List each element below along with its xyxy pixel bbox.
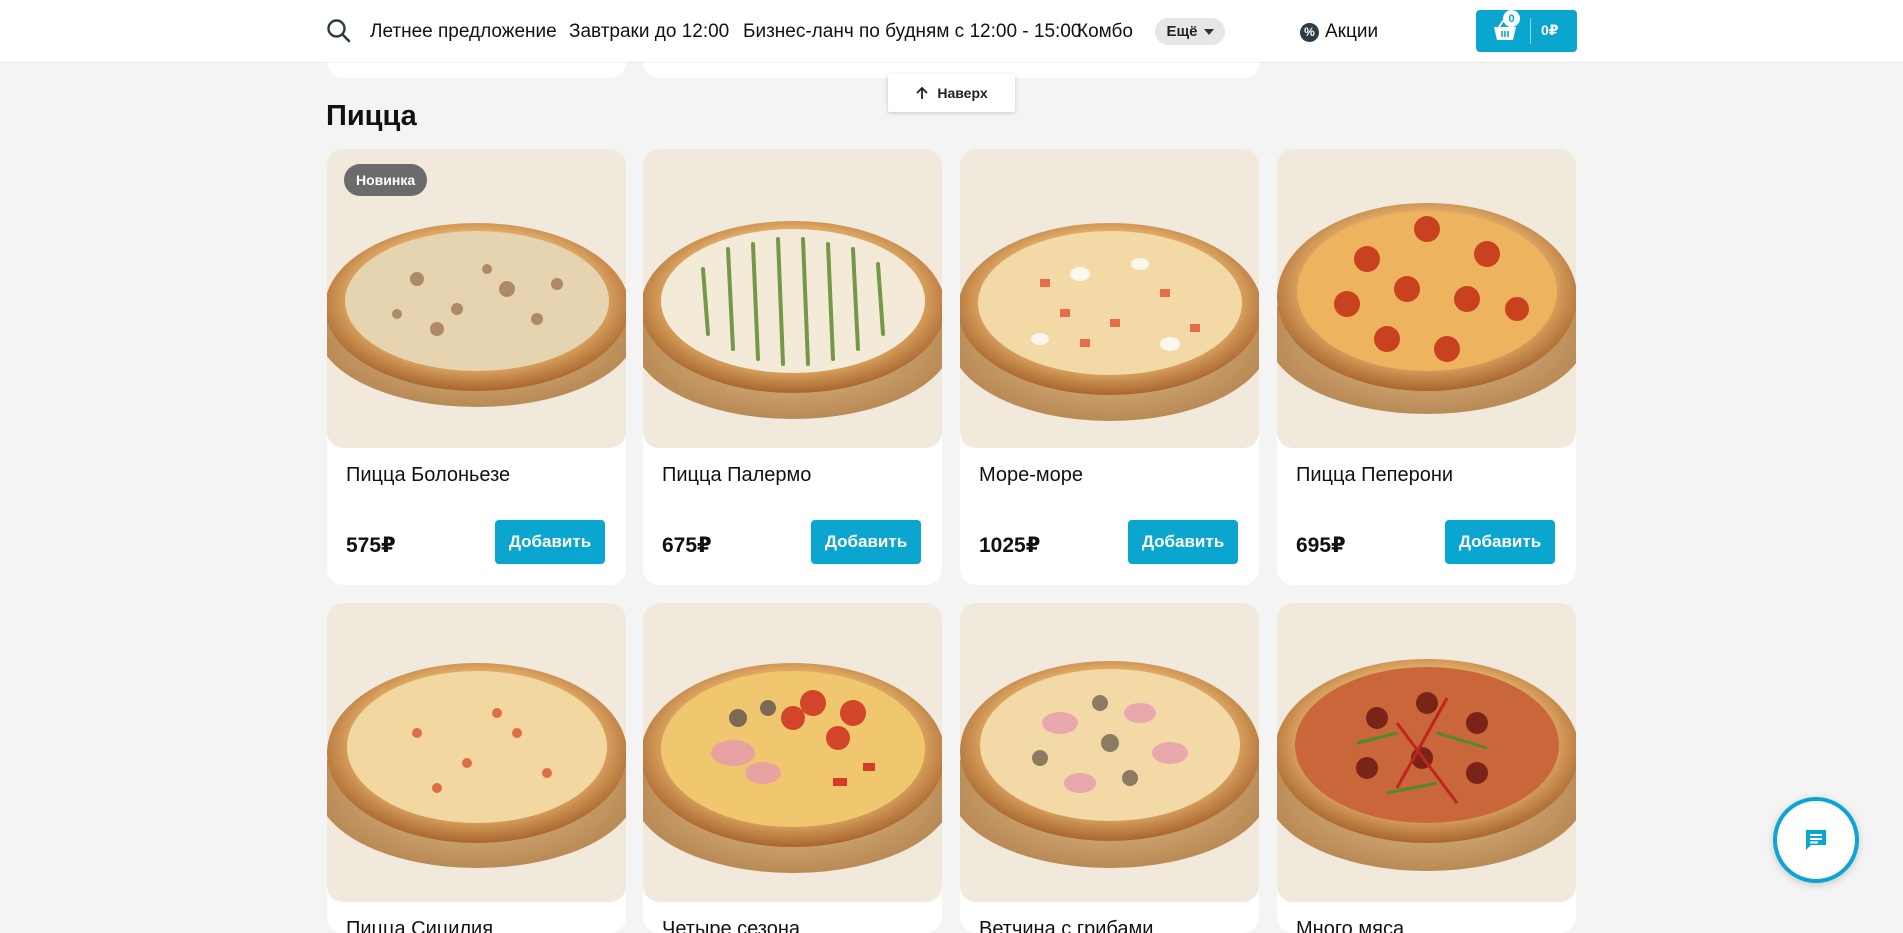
chat-button[interactable] [1773, 797, 1859, 883]
cart-divider [1530, 18, 1531, 44]
add-to-cart-button[interactable]: Добавить [1128, 520, 1238, 564]
new-badge: Новинка [344, 164, 428, 196]
product-card: Море-море 1025₽ Добавить [960, 149, 1259, 585]
product-image[interactable] [1277, 149, 1576, 448]
section-title: Пицца [326, 100, 417, 132]
search-icon[interactable] [326, 18, 352, 44]
more-dropdown[interactable]: Ещё [1155, 18, 1225, 45]
chat-icon [1806, 830, 1826, 850]
nav-item-breakfasts[interactable]: Завтраки до 12:00 [569, 21, 729, 43]
add-to-cart-button[interactable]: Добавить [1445, 520, 1555, 564]
product-name[interactable]: Много мяса [1296, 918, 1404, 933]
add-to-cart-button[interactable]: Добавить [495, 520, 605, 564]
product-image[interactable] [960, 149, 1259, 448]
product-card: Пицца Пеперони 695₽ Добавить [1277, 149, 1576, 585]
add-to-cart-button[interactable]: Добавить [811, 520, 921, 564]
product-name[interactable]: Море-море [979, 464, 1083, 487]
product-image[interactable] [327, 603, 626, 902]
product-image[interactable] [643, 149, 942, 448]
product-name[interactable]: Пицца Болоньезе [346, 464, 510, 487]
product-card: Ветчина с грибами [960, 603, 1259, 933]
percent-icon: % [1300, 22, 1319, 42]
nav-item-combo[interactable]: Комбо [1077, 21, 1133, 43]
promotions-link[interactable]: % Акции [1300, 21, 1378, 43]
arrow-up-icon [916, 86, 928, 99]
nav-item-summer-offer[interactable]: Летнее предложение [370, 21, 557, 43]
site-header: Летнее предложение Завтраки до 12:00 Биз… [0, 0, 1903, 62]
product-card: Четыре сезона [643, 603, 942, 933]
product-image[interactable] [960, 603, 1259, 902]
product-name[interactable]: Четыре сезона [662, 918, 800, 933]
product-name[interactable]: Пицца Палермо [662, 464, 811, 487]
cart-total: 0₽ [1541, 22, 1559, 38]
product-image[interactable] [1277, 603, 1576, 902]
product-image[interactable] [643, 603, 942, 902]
product-name[interactable]: Пицца Сицилия [346, 918, 493, 933]
product-card: Пицца Сицилия [327, 603, 626, 933]
product-card: Новинка Пицца Болоньезе 575₽ Добавить [327, 149, 626, 585]
product-name[interactable]: Пицца Пеперони [1296, 464, 1453, 487]
product-image[interactable]: Новинка [327, 149, 626, 448]
more-label: Ещё [1166, 23, 1198, 40]
product-name[interactable]: Ветчина с грибами [979, 918, 1153, 933]
back-to-top-button[interactable]: Наверх [888, 74, 1015, 112]
cart-button[interactable]: 0 0₽ [1476, 10, 1577, 52]
product-price: 1025₽ [979, 534, 1041, 557]
nav-item-business-lunch[interactable]: Бизнес-ланч по будням с 12:00 - 15:00 [743, 21, 1081, 43]
product-price: 575₽ [346, 534, 396, 557]
product-card: Пицца Палермо 675₽ Добавить [643, 149, 942, 585]
product-price: 675₽ [662, 534, 712, 557]
product-card: Много мяса [1277, 603, 1576, 933]
product-price: 695₽ [1296, 534, 1346, 557]
caret-down-icon [1203, 28, 1214, 35]
promotions-label: Акции [1325, 21, 1379, 42]
back-to-top-label: Наверх [937, 85, 988, 101]
cart-count-badge: 0 [1503, 10, 1520, 27]
